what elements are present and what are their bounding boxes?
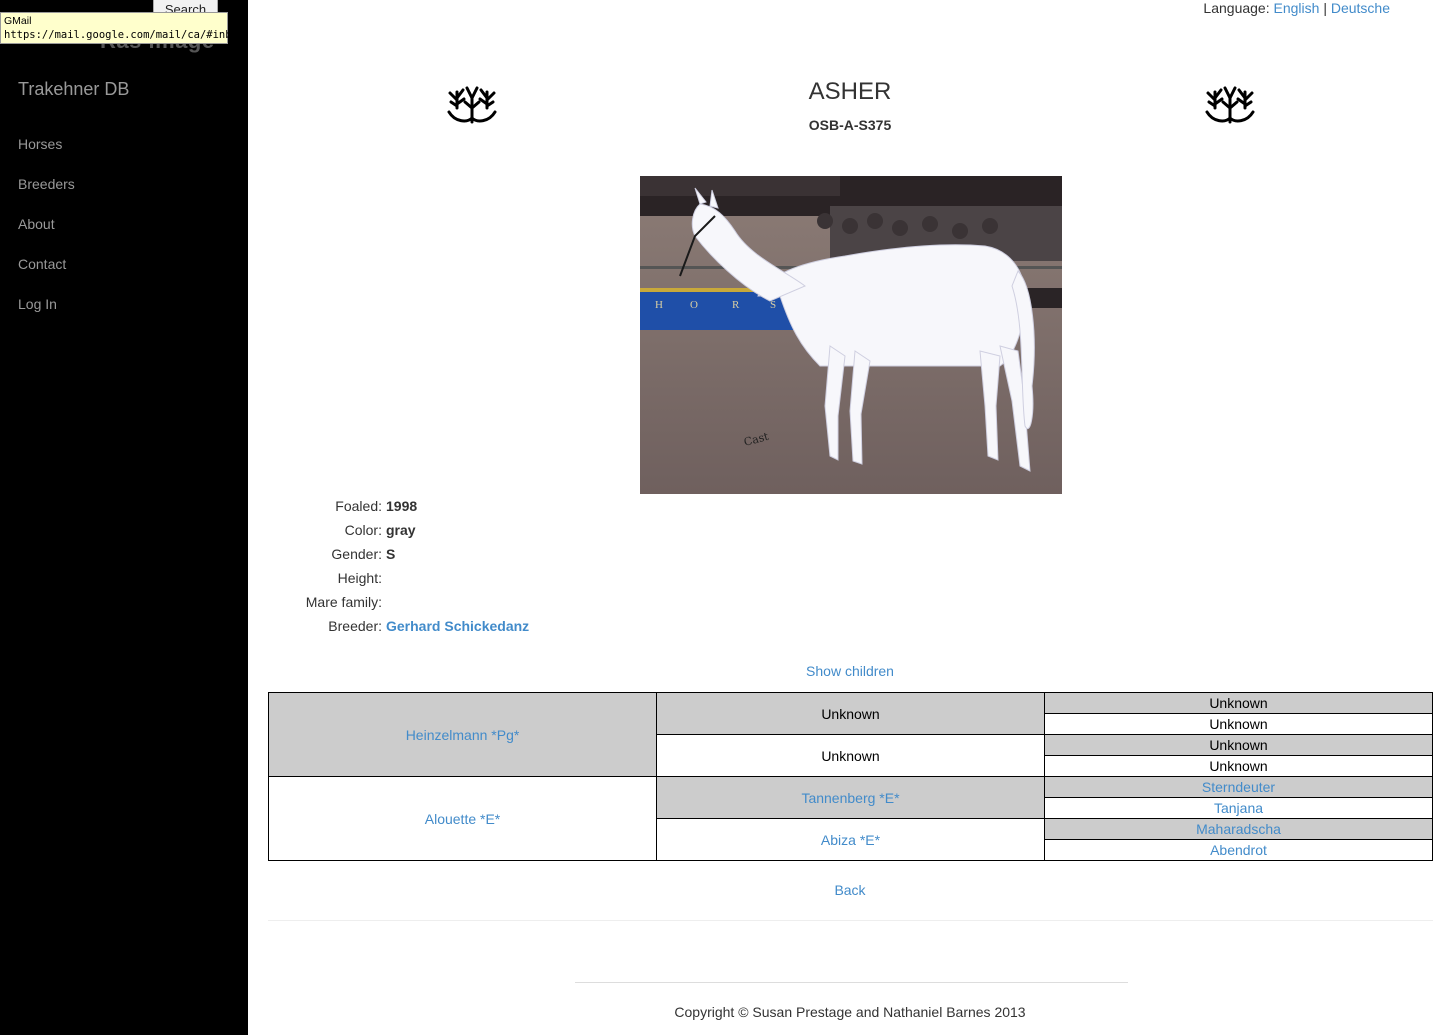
divider xyxy=(268,920,1433,921)
detail-label: Foaled: xyxy=(335,498,382,514)
detail-value: S xyxy=(386,546,396,562)
detail-row-gender: Gender: S xyxy=(268,542,668,566)
pedigree-dd-dam[interactable]: Abendrot xyxy=(1044,839,1433,861)
pedigree-dam-dam[interactable]: Abiza *E* xyxy=(656,818,1045,861)
detail-row-breeder: Breeder: Gerhard Schickedanz xyxy=(268,614,668,638)
tooltip-title: GMail xyxy=(4,15,32,27)
browser-tooltip: GMail https://mail.google.com/mail/ca/#i… xyxy=(0,12,245,44)
svg-text:R: R xyxy=(732,299,740,311)
language-separator: | xyxy=(1323,0,1327,16)
horse-registration: OSB-A-S375 xyxy=(808,117,892,133)
detail-value xyxy=(382,566,386,590)
language-english-link[interactable]: English xyxy=(1274,0,1320,16)
language-switcher: Language: English | Deutsche xyxy=(1203,0,1390,16)
footer-divider xyxy=(575,982,1128,983)
detail-label: Height: xyxy=(337,570,382,586)
detail-label: Mare family: xyxy=(305,594,382,610)
svg-text:O: O xyxy=(690,299,698,311)
pedigree-table: Heinzelmann *Pg* Unknown Unknown Unknown… xyxy=(268,692,1433,861)
language-german-link[interactable]: Deutsche xyxy=(1331,0,1390,16)
pedigree-ds-sire[interactable]: Sterndeuter xyxy=(1044,776,1433,798)
tooltip-url: https://mail.google.com/mail/ca/#inbox xyxy=(4,29,245,41)
detail-value: gray xyxy=(386,522,416,538)
pedigree-ds-dam[interactable]: Tanjana xyxy=(1044,797,1433,819)
horse-details: Foaled: 1998 Color: gray Gender: S Heigh… xyxy=(268,494,668,638)
svg-text:H: H xyxy=(655,299,663,311)
nav-item-horses[interactable]: Horses xyxy=(18,134,75,174)
horse-photo: H O R S Cast xyxy=(640,176,1062,494)
detail-label: Gender: xyxy=(331,546,382,562)
nav-item-contact[interactable]: Contact xyxy=(18,254,75,294)
trakehner-antler-icon xyxy=(447,86,497,124)
detail-value xyxy=(382,590,386,614)
detail-label: Breeder: xyxy=(328,618,382,634)
pedigree-sd-sire: Unknown xyxy=(1044,734,1433,756)
pedigree-sire[interactable]: Heinzelmann *Pg* xyxy=(268,692,657,777)
brand[interactable]: Trakehner DB xyxy=(18,79,129,100)
sidebar-nav: Horses Breeders About Contact Log In xyxy=(18,134,75,334)
pedigree-ss-dam: Unknown xyxy=(1044,713,1433,735)
nav-item-about[interactable]: About xyxy=(18,214,75,254)
back-link[interactable]: Back xyxy=(700,882,1000,898)
language-label: Language: xyxy=(1203,0,1270,16)
detail-row-height: Height: xyxy=(268,566,668,590)
footer-copyright: Copyright © Susan Prestage and Nathaniel… xyxy=(674,1004,1026,1020)
detail-row-mare-family: Mare family: xyxy=(268,590,668,614)
show-children-link[interactable]: Show children xyxy=(700,663,1000,679)
pedigree-ss-sire: Unknown xyxy=(1044,692,1433,714)
nav-item-breeders[interactable]: Breeders xyxy=(18,174,75,214)
detail-row-foaled: Foaled: 1998 xyxy=(268,494,668,518)
detail-label: Color: xyxy=(344,522,382,538)
breeder-link[interactable]: Gerhard Schickedanz xyxy=(382,614,529,638)
pedigree-sd-dam: Unknown xyxy=(1044,755,1433,777)
nav-item-login[interactable]: Log In xyxy=(18,294,75,334)
pedigree-sire-dam: Unknown xyxy=(656,734,1045,777)
detail-value: 1998 xyxy=(386,498,418,514)
horse-name: ASHER xyxy=(808,78,892,105)
sidebar: Search Ras image GMail https://mail.goog… xyxy=(0,0,248,1035)
pedigree-sire-sire: Unknown xyxy=(656,692,1045,735)
pedigree-dd-sire[interactable]: Maharadscha xyxy=(1044,818,1433,840)
pedigree-dam[interactable]: Alouette *E* xyxy=(268,776,657,861)
detail-row-color: Color: gray xyxy=(268,518,668,542)
trakehner-antler-icon xyxy=(1205,86,1255,124)
pedigree-dam-sire[interactable]: Tannenberg *E* xyxy=(656,776,1045,819)
